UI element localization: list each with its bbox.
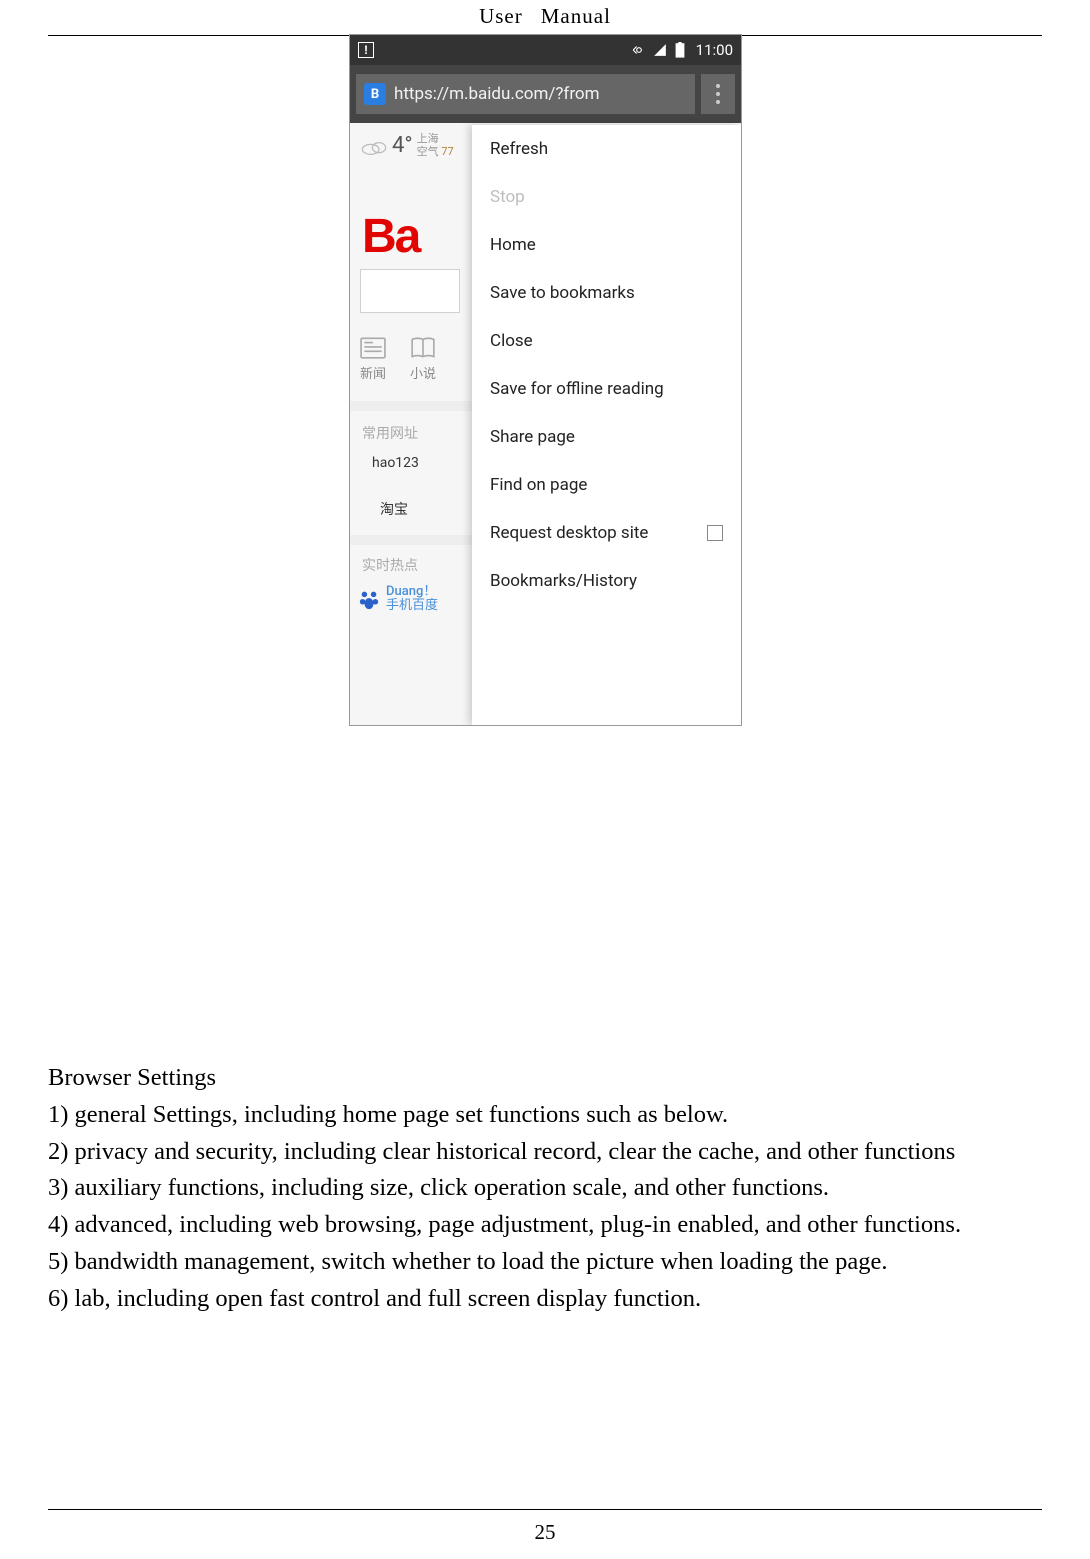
overflow-menu-button[interactable]: [701, 74, 735, 114]
phone-screenshot: ! 11:00 B https://m.baidu.com/?from 4°: [349, 34, 742, 726]
menu-share[interactable]: Share page: [472, 413, 741, 461]
body-line-4: 4) advanced, including web browsing, pag…: [48, 1207, 1042, 1244]
header-left: User: [479, 4, 523, 28]
menu-save-bookmark[interactable]: Save to bookmarks: [472, 269, 741, 317]
menu-save-offline[interactable]: Save for offline reading: [472, 365, 741, 413]
checkbox-icon[interactable]: [707, 525, 723, 541]
baidu-app-promo[interactable]: Duang！ 手机百度: [358, 585, 438, 614]
menu-stop: Stop: [472, 173, 741, 221]
header-right: Manual: [541, 4, 611, 28]
body-line-5: 5) bandwidth management, switch whether …: [48, 1244, 1042, 1281]
menu-request-desktop[interactable]: Request desktop site: [472, 509, 741, 557]
menu-refresh[interactable]: Refresh: [472, 125, 741, 173]
weather-aqi-label: 空气: [417, 145, 439, 158]
url-bar: B https://m.baidu.com/?from: [350, 65, 741, 123]
body-line-3: 3) auxiliary functions, including size, …: [48, 1170, 1042, 1207]
body-heading: Browser Settings: [48, 1060, 1042, 1097]
menu-find[interactable]: Find on page: [472, 461, 741, 509]
search-input[interactable]: [360, 269, 460, 313]
url-text: https://m.baidu.com/?from: [394, 84, 600, 104]
link-hao123[interactable]: hao123: [372, 455, 419, 471]
page-footer: 25: [48, 1509, 1042, 1545]
body-line-1: 1) general Settings, including home page…: [48, 1097, 1042, 1134]
body-line-6: 6) lab, including open fast control and …: [48, 1281, 1042, 1318]
section-hot: 实时热点: [362, 555, 418, 575]
link-taobao[interactable]: 淘宝: [380, 499, 408, 519]
site-favicon-icon: B: [364, 83, 386, 105]
promo-line2: 手机百度: [386, 599, 438, 613]
baidu-logo: Ba: [362, 209, 419, 264]
body-text: Browser Settings 1) general Settings, in…: [48, 1060, 1042, 1317]
page-header: User Manual: [48, 0, 1042, 36]
page-number: 25: [535, 1520, 556, 1544]
paw-icon: [358, 588, 380, 610]
weather-widget[interactable]: 4° 上海 空气 77: [360, 133, 454, 158]
battery-icon: [674, 42, 686, 58]
nav-novel[interactable]: 小说: [410, 337, 436, 382]
book-icon: [410, 337, 436, 359]
notification-icon: !: [358, 42, 374, 58]
weather-aqi-value: 77: [441, 145, 453, 158]
overflow-menu: Refresh Stop Home Save to bookmarks Clos…: [472, 125, 741, 725]
cloud-icon: [360, 136, 388, 156]
status-bar: ! 11:00: [350, 35, 741, 65]
nav-novel-label: 小说: [410, 363, 436, 382]
nav-news-label: 新闻: [360, 363, 386, 382]
location-icon: [632, 43, 646, 57]
menu-close[interactable]: Close: [472, 317, 741, 365]
section-common-sites: 常用网址: [362, 423, 418, 443]
menu-bookmarks-history[interactable]: Bookmarks/History: [472, 557, 741, 605]
status-clock: 11:00: [696, 41, 733, 59]
news-icon: [360, 337, 386, 359]
body-line-2: 2) privacy and security, including clear…: [48, 1134, 1042, 1171]
url-field[interactable]: B https://m.baidu.com/?from: [356, 74, 695, 114]
signal-icon: [652, 43, 668, 57]
nav-news[interactable]: 新闻: [360, 337, 386, 382]
menu-home[interactable]: Home: [472, 221, 741, 269]
weather-temp: 4°: [392, 133, 413, 158]
